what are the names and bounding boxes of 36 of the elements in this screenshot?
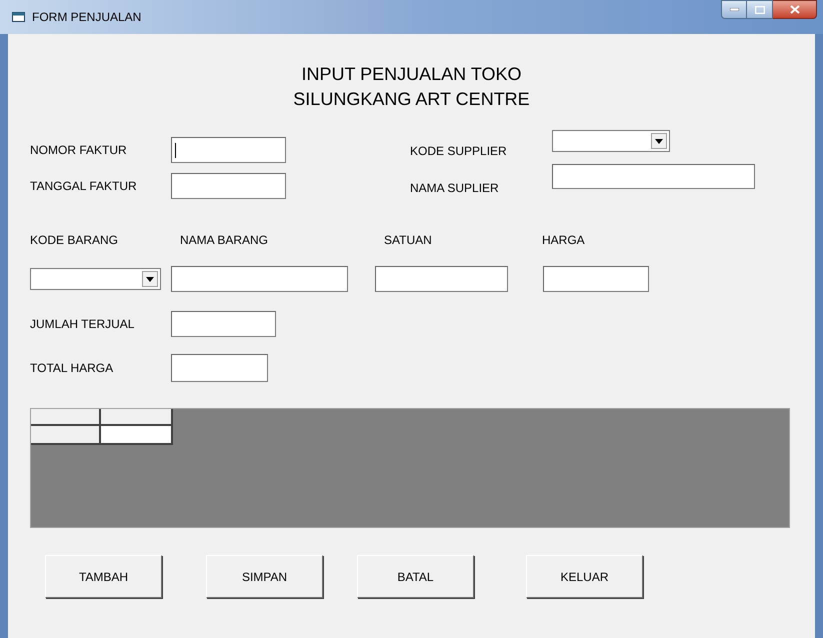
field-label: TANGGAL FAKTUR — [30, 178, 138, 195]
form-button[interactable]: SIMPAN — [206, 555, 323, 598]
minimize-button[interactable] — [721, 0, 747, 19]
field-label: NAMA SUPLIER — [410, 180, 500, 197]
window-title: FORM PENJUALAN — [32, 9, 142, 26]
maximize-button[interactable] — [747, 0, 773, 19]
input-field[interactable] — [171, 173, 286, 199]
input-field[interactable] — [171, 311, 276, 337]
close-button[interactable] — [773, 0, 817, 19]
input-field[interactable] — [171, 137, 286, 163]
field-label: NAMA BARANG — [180, 232, 270, 249]
form-icon — [12, 11, 26, 23]
field-label: SATUAN — [384, 232, 433, 249]
form-button[interactable]: TAMBAH — [45, 555, 162, 598]
field-label: KODE BARANG — [30, 232, 120, 249]
dropdown-field[interactable] — [552, 130, 670, 152]
field-label: NOMOR FAKTUR — [30, 142, 128, 159]
field-label: JUMLAH TERJUAL — [30, 316, 136, 333]
field-label: HARGA — [542, 232, 586, 249]
dropdown-field[interactable] — [30, 268, 161, 290]
input-field[interactable] — [171, 354, 268, 382]
field-label: KODE SUPPLIER — [410, 143, 508, 160]
minimize-icon — [730, 8, 738, 11]
form-button[interactable]: BATAL — [357, 555, 474, 598]
input-field[interactable] — [543, 266, 649, 292]
form-heading: INPUT PENJUALAN TOKO — [301, 63, 522, 86]
form-button[interactable]: KELUAR — [526, 555, 643, 598]
close-icon — [790, 5, 800, 14]
maximize-icon — [754, 6, 764, 14]
input-field[interactable] — [375, 266, 508, 292]
input-field[interactable] — [171, 266, 348, 292]
input-field[interactable] — [552, 164, 755, 189]
field-label: TOTAL HARGA — [30, 360, 114, 377]
form-heading: SILUNGKANG ART CENTRE — [293, 88, 530, 111]
grid-header-cell — [31, 409, 101, 426]
grid-cell — [101, 426, 171, 443]
